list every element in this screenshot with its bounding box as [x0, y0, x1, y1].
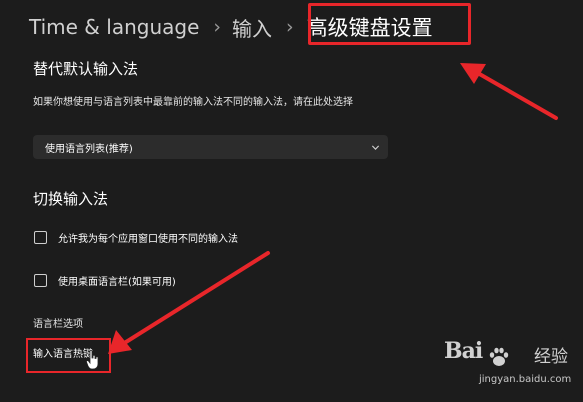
watermark-url: jingyan.baidu.com: [479, 374, 572, 385]
watermark-jingyan: 经验: [534, 347, 568, 367]
annotation-arrow-bottom: [108, 251, 270, 354]
annotation-arrow-top: [460, 63, 558, 120]
watermark-brand: Bai: [444, 338, 483, 364]
baidu-paw-icon: [489, 347, 509, 366]
baidu-jingyan-watermark: Bai 经验 jingyan.baidu.com: [444, 338, 579, 394]
